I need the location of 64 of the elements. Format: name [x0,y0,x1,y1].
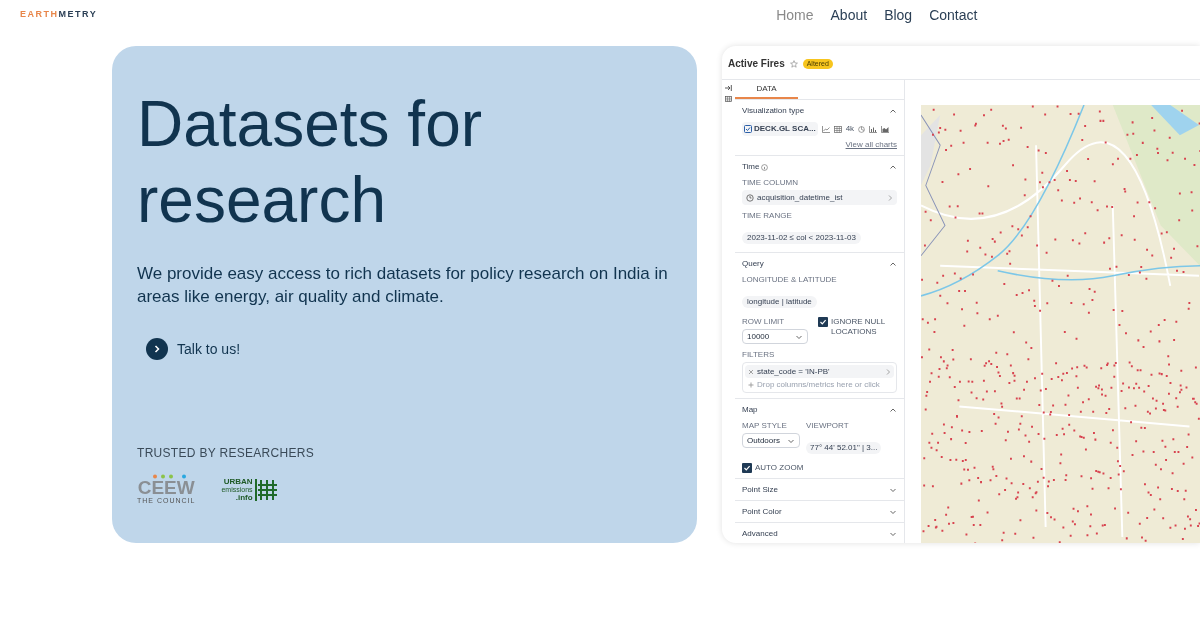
section-title[interactable]: Time [742,162,760,172]
viewport-pill[interactable]: 77° 44' 52.01" | 3... [806,442,882,454]
chart-title: Active Fires [728,57,785,71]
map-style-select[interactable]: Outdoors [742,433,800,448]
clock-icon [746,193,754,202]
trusted-label: TRUSTED BY RESEARCHERS [137,445,316,462]
hero-heading: Datasets for research [137,87,484,238]
hero-description: We provide easy access to rich datasets for policy research on India in areas like energy, air quality and climate. [137,263,669,308]
checkbox[interactable] [742,463,752,473]
view-all-charts-link[interactable]: View all charts [845,140,897,150]
value-pill[interactable]: longitude | latitude [742,296,817,308]
row-limit-select[interactable]: 10000 [742,329,808,344]
data-tab[interactable]: DATA [735,80,798,99]
chevron-right-icon [885,367,891,376]
talk-to-us-link[interactable]: Talk to us! [146,338,672,360]
table-icon[interactable] [833,125,842,133]
field-label: LONGITUDE & LATITUDE [742,275,838,285]
line-chart-icon[interactable] [821,125,830,133]
field-label: TIME COLUMN [742,178,799,188]
field-label: TIME RANGE [742,211,793,221]
star-icon[interactable] [789,59,798,68]
nav-link[interactable]: Contact [929,4,978,26]
chevron-up-icon[interactable] [889,406,897,414]
chevron-right-icon [887,193,893,202]
section-title[interactable]: Visualization type [742,106,805,116]
section-title[interactable]: Query [742,259,764,269]
section-title[interactable]: Point Size [742,485,779,495]
select-value: acquisition_datetime_ist [757,191,844,204]
value-pill[interactable]: 2023-11-02 ≤ col < 2023-11-03 [742,232,861,244]
section-title[interactable]: Map [742,405,758,415]
chart-type-chip[interactable]: DECK.GL SCA... [742,122,818,136]
area-chart-icon[interactable] [881,125,890,133]
field-label: ROW LIMIT [742,317,786,327]
field-label: VIEWPORT [806,421,850,431]
bar-chart-icon[interactable] [869,125,878,133]
section-title[interactable]: Point Color [742,507,782,517]
section-title[interactable]: Advanced [742,529,778,539]
field-label: FILTERS [742,350,776,360]
info-icon [761,163,769,171]
chevron-up-icon[interactable] [889,163,897,171]
field-label: MAP STYLE [742,421,788,431]
logo[interactable]: EARTH METRY [20,8,98,22]
table-icon[interactable] [725,96,732,102]
nav-link[interactable]: Blog [884,4,913,26]
pie-chart-icon[interactable] [858,125,866,133]
filter-text: state_code = 'IN-PB' [757,365,831,378]
plus-icon [748,382,754,388]
big-number-icon[interactable]: 4k [845,124,855,134]
check-square-icon [744,125,752,133]
checkbox[interactable] [818,317,828,327]
chevron-down-icon[interactable] [889,508,897,516]
chevron-up-icon[interactable] [889,107,897,115]
checkbox-label: AUTO ZOOM [755,463,804,473]
chevron-up-icon[interactable] [889,260,897,268]
nav-link[interactable]: About [830,4,868,26]
chevron-down-icon[interactable] [889,486,897,494]
chevron-down-icon[interactable] [889,530,897,538]
close-icon[interactable] [748,368,754,375]
checkbox-label: IGNORE NULL LOCATIONS [831,317,886,337]
collapse-icon[interactable] [725,85,732,91]
filter-chip[interactable]: state_code = 'IN-PB' [745,365,894,378]
time-column-select[interactable]: acquisition_datetime_ist [742,190,897,205]
filters-box[interactable]: state_code = 'IN-PB' Drop columns/metrics here or click [742,362,897,393]
drop-placeholder: Drop columns/metrics here or click [757,380,880,390]
